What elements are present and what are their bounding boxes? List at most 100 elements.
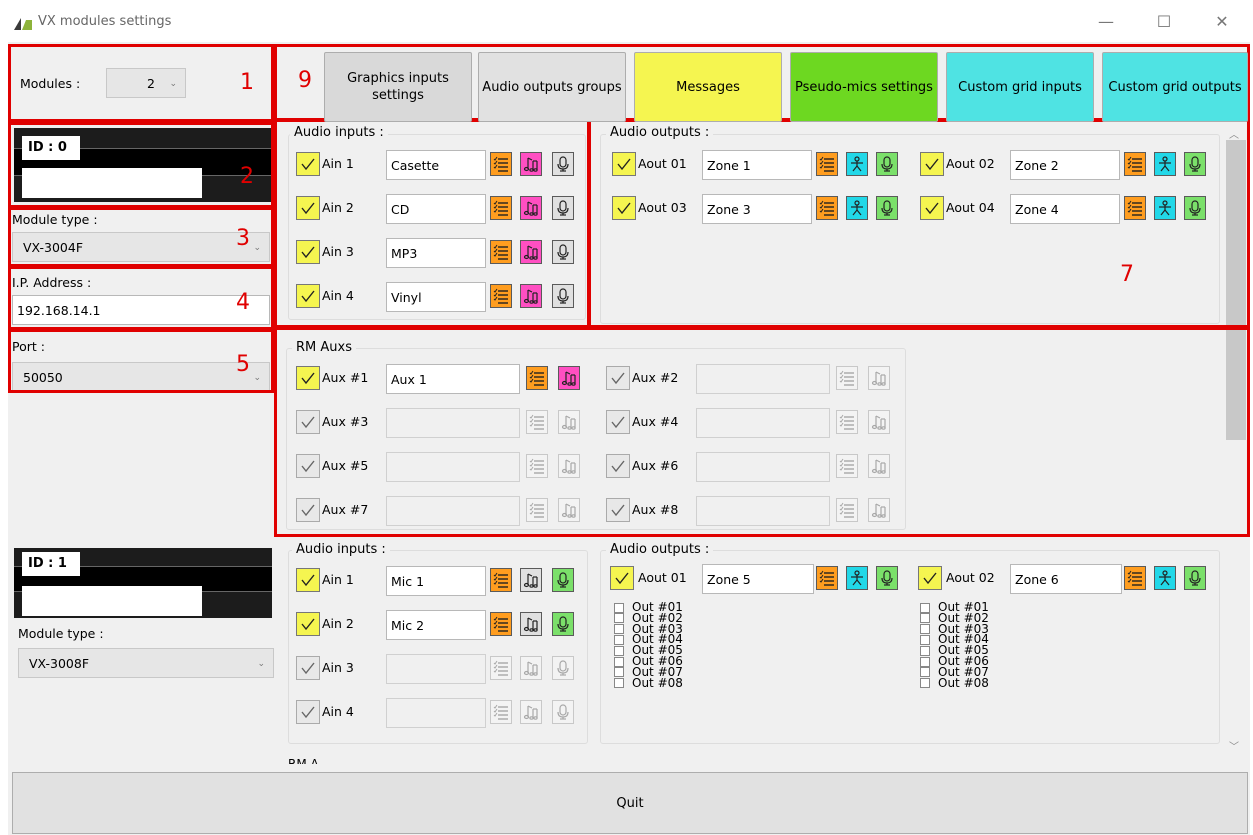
music-icon[interactable] [520,612,542,636]
music-icon[interactable] [868,454,890,478]
mic-icon[interactable] [552,196,574,220]
aout-1-checkbox-2[interactable] [610,566,634,590]
ain-1-checkbox[interactable] [296,152,320,176]
header-button-1[interactable]: Graphics inputs settings [324,52,472,122]
out-checkbox[interactable] [614,624,624,635]
music-icon[interactable] [558,454,580,478]
minimize-button[interactable]: — [1094,10,1118,34]
list-icon[interactable] [490,196,512,220]
music-icon[interactable] [558,366,580,390]
aout-1-name-input[interactable]: Zone 1 [702,150,812,180]
music-icon[interactable] [868,366,890,390]
scroll-down-icon[interactable]: ﹀ [1229,738,1239,753]
ain-3-checkbox-2[interactable] [296,656,320,680]
music-icon[interactable] [520,284,542,308]
list-icon[interactable] [526,498,548,522]
mic-icon[interactable] [552,700,574,724]
mic-icon[interactable] [876,566,898,590]
aout-3-checkbox[interactable] [612,196,636,220]
mic-icon[interactable] [552,152,574,176]
aux-4-name-input[interactable] [696,408,830,438]
list-icon[interactable] [836,454,858,478]
mic-icon[interactable] [1184,152,1206,176]
mic-icon[interactable] [1184,196,1206,220]
header-button-6[interactable]: Custom grid outputs [1102,52,1248,122]
out-list-item[interactable]: Out #08 [920,677,989,689]
music-icon[interactable] [520,700,542,724]
ain-4-checkbox-2[interactable] [296,700,320,724]
music-icon[interactable] [520,568,542,592]
quit-button[interactable]: Quit [12,772,1248,834]
close-button[interactable]: ✕ [1210,10,1234,34]
list-icon[interactable] [526,410,548,434]
module-1-type-select[interactable]: VX-3008F ⌄ [18,648,274,678]
aux-6-name-input[interactable] [696,452,830,482]
aout-2-checkbox-2[interactable] [918,566,942,590]
out-checkbox[interactable] [614,656,624,667]
out-checkbox[interactable] [920,634,930,645]
ain-3-name-input[interactable]: MP3 [386,238,486,268]
out-checkbox[interactable] [614,678,624,689]
out-checkbox[interactable] [920,613,930,624]
aux-1-name-input[interactable]: Aux 1 [386,364,520,394]
ain-1-checkbox-2[interactable] [296,568,320,592]
mic-icon[interactable] [1184,566,1206,590]
music-icon[interactable] [520,240,542,264]
aout-2-checkbox[interactable] [920,152,944,176]
header-button-4[interactable]: Pseudo-mics settings [790,52,938,122]
aux-1-checkbox[interactable] [296,366,320,390]
out-checkbox[interactable] [614,634,624,645]
aout-1-checkbox[interactable] [612,152,636,176]
aux-3-checkbox[interactable] [296,410,320,434]
out-list-item[interactable]: Out #08 [614,677,683,689]
mic-icon[interactable] [876,152,898,176]
out-checkbox[interactable] [920,656,930,667]
out-checkbox[interactable] [614,645,624,656]
out-checkbox[interactable] [920,678,930,689]
list-icon[interactable] [1124,566,1146,590]
ain-2-checkbox-2[interactable] [296,612,320,636]
list-icon[interactable] [836,498,858,522]
person-icon[interactable] [846,196,868,220]
person-icon[interactable] [846,566,868,590]
maximize-button[interactable]: ☐ [1152,10,1176,34]
out-checkbox[interactable] [614,613,624,624]
mic-icon[interactable] [552,240,574,264]
list-icon[interactable] [816,196,838,220]
person-icon[interactable] [1154,566,1176,590]
aux-5-name-input[interactable] [386,452,520,482]
mic-icon[interactable] [552,284,574,308]
header-button-3[interactable]: Messages [634,52,782,122]
ain-4-name-input-2[interactable] [386,698,486,728]
out-checkbox[interactable] [920,645,930,656]
aux-7-checkbox[interactable] [296,498,320,522]
person-icon[interactable] [1154,196,1176,220]
list-icon[interactable] [490,284,512,308]
aout-2-name-input-2[interactable]: Zone 6 [1010,564,1122,594]
list-icon[interactable] [526,454,548,478]
mic-icon[interactable] [552,656,574,680]
ain-3-checkbox[interactable] [296,240,320,264]
aout-1-name-input-2[interactable]: Zone 5 [702,564,814,594]
list-icon[interactable] [490,240,512,264]
out-checkbox[interactable] [614,667,624,678]
aux-6-checkbox[interactable] [606,454,630,478]
ain-4-checkbox[interactable] [296,284,320,308]
music-icon[interactable] [520,196,542,220]
module-1-name-field[interactable] [22,586,202,616]
aux-3-name-input[interactable] [386,408,520,438]
list-icon[interactable] [490,568,512,592]
aux-4-checkbox[interactable] [606,410,630,434]
aux-8-checkbox[interactable] [606,498,630,522]
mic-icon[interactable] [552,568,574,592]
ain-2-name-input-2[interactable]: Mic 2 [386,610,486,640]
ain-2-name-input[interactable]: CD [386,194,486,224]
aux-8-name-input[interactable] [696,496,830,526]
person-icon[interactable] [1154,152,1176,176]
header-button-2[interactable]: Audio outputs groups [478,52,626,122]
ain-1-name-input-2[interactable]: Mic 1 [386,566,486,596]
aux-2-checkbox[interactable] [606,366,630,390]
aux-5-checkbox[interactable] [296,454,320,478]
list-icon[interactable] [836,366,858,390]
ain-3-name-input-2[interactable] [386,654,486,684]
